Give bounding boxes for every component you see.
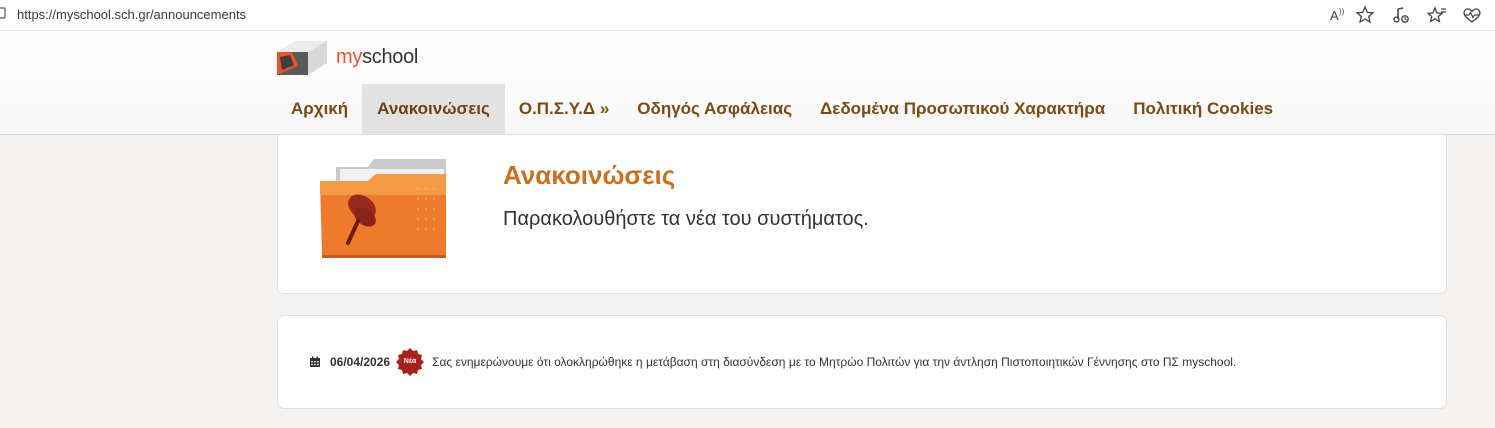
logo-school: school	[362, 46, 419, 68]
page-title: Ανακοινώσεις	[503, 160, 676, 190]
nav-opsyd[interactable]: Ο.Π.Σ.Υ.Δ »	[505, 84, 623, 134]
url-field[interactable]: https://myschool.sch.gr/announcements	[17, 7, 246, 22]
nav-cookies-policy[interactable]: Πολιτική Cookies	[1119, 84, 1287, 134]
calendar-icon	[310, 356, 320, 367]
nav-home[interactable]: Αρχική	[277, 84, 362, 134]
main-nav: Αρχική Ανακοινώσεις Ο.Π.Σ.Υ.Δ » Οδηγός Α…	[277, 84, 1287, 134]
browser-address-bar: https://myschool.sch.gr/announcements A …	[0, 0, 1495, 31]
svg-text:A: A	[1330, 8, 1339, 23]
announcement-card: 06/04/2026 Νέα Σας ενημερώνουμε ότι ολοκ…	[277, 315, 1447, 409]
favorite-star-icon[interactable]	[1355, 5, 1375, 25]
favorites-icon[interactable]	[1427, 5, 1447, 25]
page-subtitle: Παρακολουθήστε τα νέα του συστήματος.	[503, 208, 869, 230]
nav-security-guide[interactable]: Οδηγός Ασφάλειας	[623, 84, 806, 134]
svg-text:)): ))	[1339, 7, 1345, 16]
announcement-item[interactable]: 06/04/2026 Νέα Σας ενημερώνουμε ότι ολοκ…	[309, 348, 1236, 376]
announcement-date: 06/04/2026	[330, 355, 391, 369]
page-info-icon[interactable]	[0, 7, 6, 19]
new-badge: Νέα	[396, 348, 425, 376]
site-logo-text[interactable]: myschool	[336, 46, 418, 69]
nav-personal-data[interactable]: Δεδομένα Προσωπικού Χαρακτήρα	[806, 84, 1119, 134]
logo-my: my	[336, 46, 363, 68]
nav-announcements[interactable]: Ανακοινώσεις	[362, 84, 505, 134]
myschool-logo-icon[interactable]	[276, 41, 328, 77]
pinned-folder-icon	[320, 159, 446, 258]
read-aloud-icon[interactable]: A ))	[1328, 5, 1348, 25]
new-badge-label: Νέα	[403, 358, 417, 365]
health-icon[interactable]	[1462, 5, 1482, 25]
announcement-text[interactable]: Σας ενημερώνουμε ότι ολοκληρώθηκε η μετά…	[432, 355, 1236, 369]
site-header: myschool Αρχική Ανακοινώσεις Ο.Π.Σ.Υ.Δ »…	[0, 31, 1495, 135]
announcements-hero: Ανακοινώσεις Παρακολουθήστε τα νέα του σ…	[277, 135, 1447, 294]
media-icon[interactable]	[1392, 5, 1412, 25]
